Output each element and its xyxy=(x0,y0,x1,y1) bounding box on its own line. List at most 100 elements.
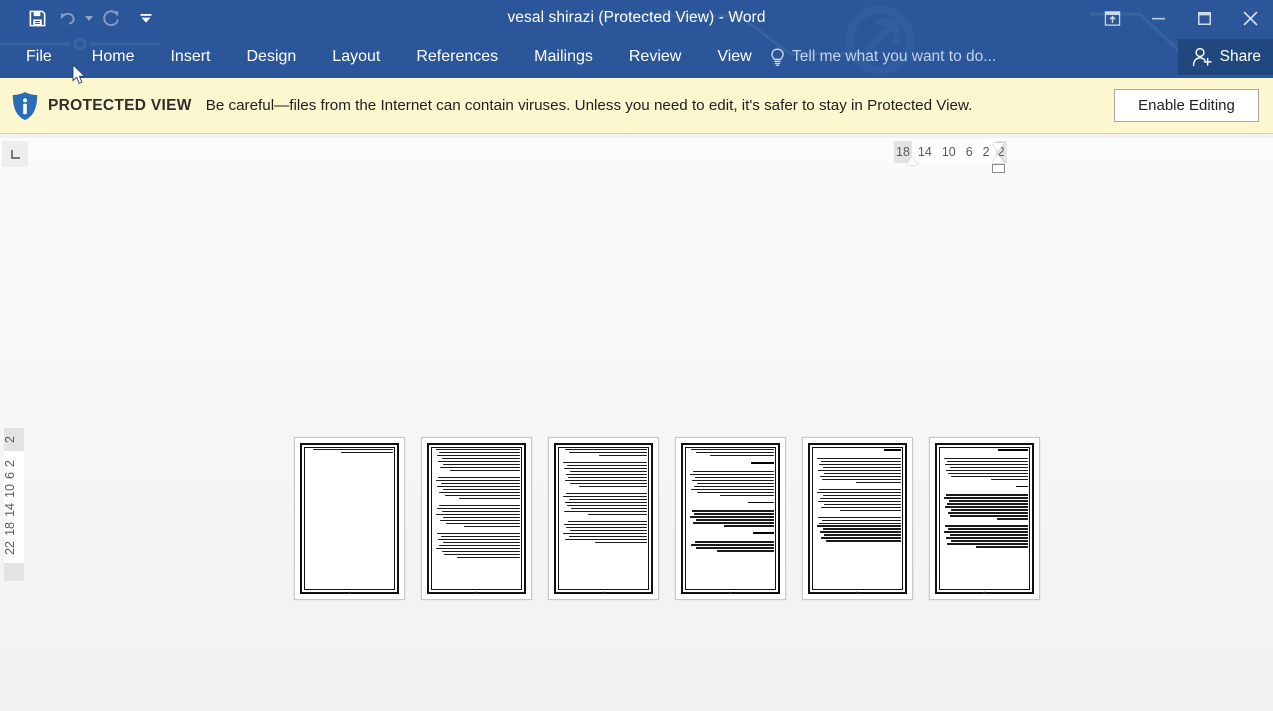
customize-quick-access-toolbar-button[interactable] xyxy=(134,3,158,33)
text-line xyxy=(691,488,774,491)
page-thumbnail[interactable]: 5 xyxy=(802,437,913,600)
tab-file[interactable]: File xyxy=(0,36,74,78)
text-line xyxy=(563,461,647,464)
text-line xyxy=(440,535,520,538)
text-line xyxy=(437,532,520,535)
text-line xyxy=(818,516,901,518)
vruler-tick-6: 6 xyxy=(3,471,17,479)
text-line xyxy=(566,492,647,495)
left-indent-marker[interactable] xyxy=(992,164,1005,173)
first-line-indent-marker[interactable] xyxy=(992,143,1004,152)
ribbon-display-options-icon xyxy=(1104,10,1120,26)
text-line xyxy=(951,540,1028,542)
text-line xyxy=(566,526,647,529)
text-line xyxy=(821,519,901,521)
document-canvas[interactable]: 1 2 3 4 5 6 xyxy=(0,138,1273,681)
close-button[interactable] xyxy=(1227,0,1273,36)
tab-view[interactable]: View xyxy=(699,36,769,78)
text-line xyxy=(439,466,520,469)
ribbon-display-options-button[interactable] xyxy=(1089,0,1135,36)
share-person-icon xyxy=(1192,47,1212,67)
enable-editing-button[interactable]: Enable Editing xyxy=(1114,89,1259,122)
text-line xyxy=(445,494,520,497)
text-line xyxy=(696,482,774,485)
text-line xyxy=(949,466,1028,469)
hanging-indent-marker[interactable] xyxy=(992,154,1004,163)
undo-dropdown-arrow[interactable] xyxy=(82,3,96,33)
minimize-icon xyxy=(1151,17,1165,19)
text-line xyxy=(571,507,647,510)
page-thumbnail[interactable]: 4 xyxy=(675,437,786,600)
text-line xyxy=(951,475,1028,478)
ruler-tick-14: 14 xyxy=(917,145,932,159)
text-line-heading xyxy=(998,449,1028,451)
minimize-button[interactable] xyxy=(1135,0,1181,36)
save-button[interactable] xyxy=(22,3,52,33)
text-line-heading xyxy=(747,501,774,504)
text-line xyxy=(459,497,520,500)
text-line-heading xyxy=(751,461,774,464)
text-line xyxy=(820,460,901,463)
protected-view-badge: PROTECTED VIEW xyxy=(48,96,192,114)
text-line xyxy=(946,537,1028,539)
page-thumbnail[interactable]: 3 xyxy=(548,437,659,600)
text-line xyxy=(693,470,774,473)
text-line xyxy=(599,454,647,457)
text-line xyxy=(944,457,1028,460)
text-line xyxy=(692,479,774,482)
text-line xyxy=(819,488,901,491)
tab-layout[interactable]: Layout xyxy=(314,36,398,78)
text-line xyxy=(691,449,774,451)
ribbon-tabs: File Home Insert Design Layout Reference… xyxy=(0,36,770,78)
text-line xyxy=(947,512,1028,514)
protected-view-message: Be careful—files from the Internet can c… xyxy=(205,97,973,115)
titlebar-decoration xyxy=(600,6,1166,36)
text-line xyxy=(820,506,901,508)
page-thumbnail[interactable]: 2 xyxy=(421,437,532,600)
tab-mailings[interactable]: Mailings xyxy=(516,36,611,78)
text-line xyxy=(949,534,1028,536)
text-line-heading xyxy=(1015,485,1028,488)
tab-home[interactable]: Home xyxy=(74,36,153,78)
page-text-block xyxy=(941,449,1028,585)
text-line xyxy=(568,498,647,501)
text-line xyxy=(568,451,647,454)
ribbon-tab-strip: File Home Insert Design Layout Reference… xyxy=(0,36,1273,78)
tab-references[interactable]: References xyxy=(398,36,516,78)
text-line xyxy=(565,479,647,482)
text-line xyxy=(822,528,901,530)
left-tab-icon xyxy=(10,149,20,159)
text-line xyxy=(975,546,1028,548)
share-button[interactable]: Share xyxy=(1177,39,1273,75)
text-line xyxy=(695,547,774,549)
text-line xyxy=(436,547,520,549)
tab-stop-selector-button[interactable] xyxy=(2,141,28,167)
tab-design[interactable]: Design xyxy=(228,36,314,78)
redo-button[interactable] xyxy=(96,3,126,33)
tab-insert[interactable]: Insert xyxy=(152,36,228,78)
text-line xyxy=(944,531,1028,533)
text-line xyxy=(439,491,520,494)
text-line xyxy=(563,532,647,535)
page-thumbnail[interactable]: 1 xyxy=(294,437,405,600)
vruler-tick-2a: 2 xyxy=(3,428,24,451)
tab-review[interactable]: Review xyxy=(611,36,699,78)
right-indent-marker[interactable] xyxy=(906,156,918,165)
undo-button[interactable] xyxy=(52,3,82,33)
page-thumbnail[interactable]: 6 xyxy=(929,437,1040,600)
tell-me-placeholder: Tell me what you want to do... xyxy=(792,48,997,65)
text-line xyxy=(565,538,647,541)
maximize-button[interactable] xyxy=(1181,0,1227,36)
vertical-ruler[interactable]: 2 2 6 10 14 18 22 xyxy=(3,428,24,582)
text-line xyxy=(565,449,647,451)
page-number: 4 xyxy=(729,590,732,595)
text-line xyxy=(697,491,774,494)
text-line xyxy=(949,515,1028,517)
tell-me-search[interactable]: Tell me what you want to do... xyxy=(770,36,996,78)
text-line xyxy=(945,525,1028,527)
text-line xyxy=(695,519,774,521)
text-line xyxy=(439,451,520,454)
ruler-tick-2a: 2 xyxy=(982,145,990,159)
text-line xyxy=(945,463,1028,466)
